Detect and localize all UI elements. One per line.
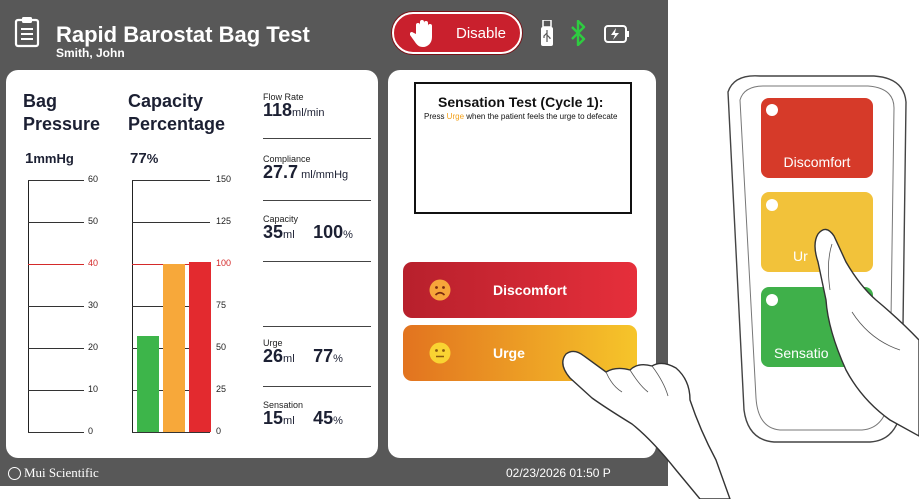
stage: Rapid Barostat Bag Test Smith, John Disa… [0,0,919,499]
remote-discomfort-label: Discomfort [784,154,851,170]
pressing-hand-tablet [562,350,731,499]
remote-urge-label: Ur [793,248,808,264]
illustration-layer: Discomfort Ur Sensatio [562,75,919,499]
remote-sensation-label: Sensatio [774,345,829,361]
